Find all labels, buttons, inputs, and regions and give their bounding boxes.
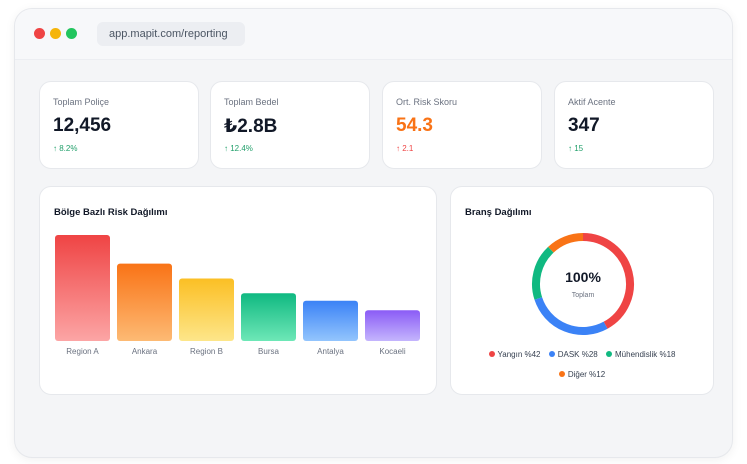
donut-slice-dask — [534, 297, 608, 335]
stat-label: Toplam Poliçe — [53, 97, 110, 107]
bar-label: Kocaeli — [379, 347, 405, 356]
stat-card-total-sum: Toplam Bedel ₺2.8B ↑ 12.4% — [210, 81, 370, 169]
stat-delta: ↑ 8.2% — [53, 144, 78, 153]
donut-slice-diğer — [548, 233, 584, 253]
branch-distribution-card: Branş Dağılımı 100% Toplam Yangın %42 DA… — [450, 186, 714, 395]
donut-slice-mühendislik — [532, 246, 554, 300]
stat-value: ₺2.8B — [224, 116, 278, 137]
stat-delta: ↑ 15 — [568, 144, 584, 153]
stat-delta: ↑ 12.4% — [224, 144, 253, 153]
branch-legend-row-1: Yangın %42 DASK %28 Mühendislik %18 — [451, 350, 713, 359]
legend-item-other: Diğer %12 — [558, 370, 606, 379]
legend-label: Yangın %42 — [497, 350, 541, 359]
branch-donut-chart: 100% Toplam — [532, 233, 634, 335]
maximize-window-button[interactable] — [66, 28, 77, 39]
bar-bursa — [241, 293, 296, 341]
legend-swatch — [606, 351, 612, 357]
browser-window: app.mapit.com/reporting Toplam Poliçe 12… — [14, 8, 733, 458]
bar-region-a — [55, 235, 110, 341]
stat-value: 12,456 — [53, 115, 112, 136]
minimize-window-button[interactable] — [50, 28, 61, 39]
stat-card-avg-risk-score: Ort. Risk Skoru 54.3 ↑ 2.1 — [382, 81, 542, 169]
stat-card-active-agents: Aktif Acente 347 ↑ 15 — [554, 81, 714, 169]
bar-kocaeli — [365, 310, 420, 341]
legend-item-engineering: Mühendislik %18 — [606, 350, 675, 359]
legend-label: Mühendislik %18 — [615, 350, 676, 359]
stat-label: Toplam Bedel — [224, 97, 279, 107]
legend-swatch — [558, 371, 565, 377]
bar-ankara — [117, 263, 172, 341]
bar-label: Region B — [190, 347, 223, 356]
stat-delta: ↑ 2.1 — [396, 144, 414, 153]
stat-label: Ort. Risk Skoru — [396, 97, 458, 107]
risk-bar-chart: Region A Ankara Region B Bursa Antalya Kocael… — [55, 235, 420, 356]
donut-center-label: Toplam — [572, 292, 595, 299]
legend-item-fire: Yangın %42 — [488, 350, 541, 359]
legend-swatch — [488, 351, 495, 357]
legend-swatch — [548, 351, 555, 357]
risk-distribution-card: Bölge Bazlı Risk Dağılımı Region A Ankara… — [39, 186, 437, 395]
bar-antalya — [303, 300, 358, 341]
legend-item-dask: DASK %28 — [548, 350, 598, 359]
address-bar[interactable]: app.mapit.com/reporting — [97, 22, 245, 46]
bar-label: Ankara — [132, 347, 158, 356]
donut-center-value: 100% — [565, 269, 601, 285]
close-window-button[interactable] — [34, 28, 45, 39]
legend-label: DASK %28 — [557, 350, 598, 359]
stat-value: 54.3 — [396, 115, 433, 136]
bar-label: Antalya — [317, 347, 344, 356]
stat-value: 347 — [568, 115, 600, 136]
browser-titlebar: app.mapit.com/reporting — [15, 9, 732, 60]
bar-label: Bursa — [258, 347, 279, 356]
bar-region-b — [179, 278, 234, 341]
legend-label: Diğer %12 — [567, 370, 606, 379]
bar-label: Region A — [66, 347, 99, 356]
branch-legend-row-2: Diğer %12 — [451, 370, 713, 379]
stat-card-total-policies: Toplam Poliçe 12,456 ↑ 8.2% — [39, 81, 199, 169]
stat-label: Aktif Acente — [568, 97, 616, 107]
